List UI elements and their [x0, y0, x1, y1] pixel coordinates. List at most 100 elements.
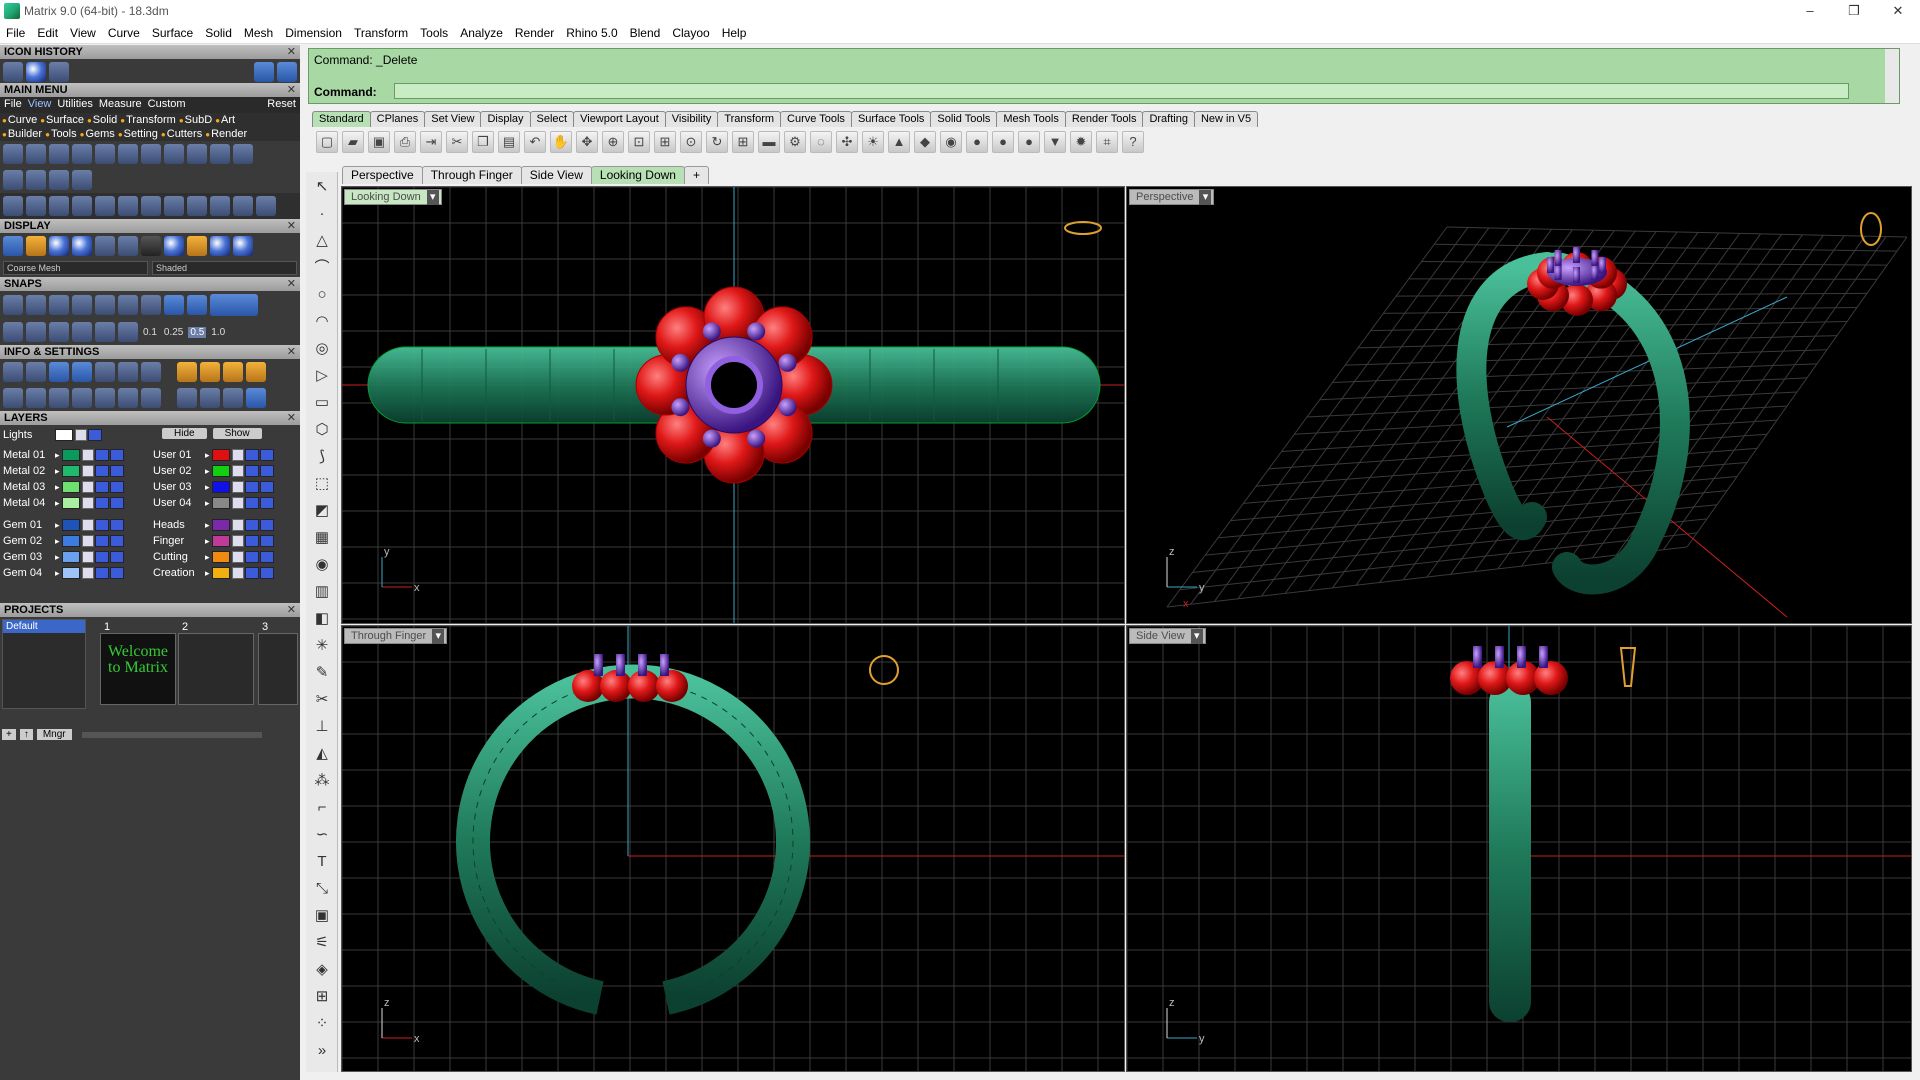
layer-visible-icon[interactable] — [244, 519, 259, 531]
layer-expand-icon[interactable]: ▸ — [205, 568, 210, 579]
polyline-icon[interactable]: △ — [310, 229, 334, 253]
dimension-icon[interactable]: ⌗ — [1096, 131, 1118, 153]
layer-visible-icon[interactable] — [244, 551, 259, 563]
tab-new-in-v5[interactable]: New in V5 — [1193, 111, 1259, 127]
snap-value-0.5[interactable]: 0.5 — [188, 326, 207, 338]
pen-icon[interactable] — [118, 362, 138, 382]
window-icon[interactable] — [141, 144, 161, 164]
layer-lock-icon[interactable] — [81, 449, 94, 461]
close-icon[interactable]: ✕ — [287, 603, 296, 617]
tab-surface-tools[interactable]: Surface Tools — [850, 111, 932, 127]
ghosted-icon[interactable] — [95, 236, 115, 256]
paste-icon[interactable]: ▤ — [498, 131, 520, 153]
layer-visible-icon[interactable] — [244, 481, 259, 493]
up-project-button[interactable]: ↑ — [19, 729, 33, 740]
mirror-icon[interactable] — [72, 196, 92, 216]
layer-lock-icon[interactable] — [81, 567, 94, 579]
material-icon[interactable]: ◆ — [914, 131, 936, 153]
view-icon[interactable] — [3, 144, 23, 164]
layer-color-swatch[interactable] — [211, 551, 230, 563]
array-icon[interactable] — [164, 196, 184, 216]
layout-icon[interactable] — [72, 170, 92, 190]
layer-print-icon[interactable] — [109, 465, 124, 477]
zoom-selected-icon[interactable]: ⊙ — [680, 131, 702, 153]
command-input[interactable] — [394, 83, 1849, 99]
options-icon[interactable] — [141, 362, 161, 382]
layer-visible-icon[interactable] — [94, 535, 109, 547]
layer-color-swatch[interactable] — [211, 481, 230, 493]
snap-perp-icon[interactable] — [141, 295, 161, 315]
tab-cplanes[interactable]: CPlanes — [369, 111, 426, 127]
transform-tool-icon[interactable]: ✳ — [310, 634, 334, 658]
edit-tool-icon[interactable]: ✎ — [310, 661, 334, 685]
close-icon[interactable]: ✕ — [287, 277, 296, 291]
planar-icon[interactable] — [26, 322, 46, 342]
menu-dimension[interactable]: Dimension — [279, 26, 348, 40]
blend-tool-icon[interactable]: ∽ — [310, 823, 334, 847]
layer-row[interactable]: Metal 01 ▸ — [0, 447, 125, 463]
layer-expand-icon[interactable]: ▸ — [55, 520, 60, 531]
spotlight-icon[interactable]: ▼ — [1044, 131, 1066, 153]
units-icon[interactable] — [49, 362, 69, 382]
project-thumbnail-2[interactable] — [178, 633, 254, 705]
layer-expand-icon[interactable]: ▸ — [55, 482, 60, 493]
cylinder-icon[interactable] — [72, 388, 92, 408]
vp-tab-add[interactable]: + — [683, 166, 709, 184]
hide-layers-button[interactable]: Hide — [162, 428, 207, 439]
layer-lock-icon[interactable] — [75, 429, 87, 441]
layer-visible-icon[interactable] — [94, 519, 109, 531]
polygon-tool-icon[interactable]: ⬡ — [310, 418, 334, 442]
layer-lock-icon[interactable] — [231, 481, 244, 493]
layer-print-icon[interactable] — [259, 449, 274, 461]
extrude-icon[interactable] — [141, 196, 161, 216]
box-tool-icon[interactable]: ▦ — [310, 526, 334, 550]
grid-settings-icon[interactable] — [3, 388, 23, 408]
layer-visible-icon[interactable] — [94, 449, 109, 461]
gumball-snap-icon[interactable] — [95, 322, 115, 342]
grid-tool-icon[interactable]: ⁘ — [310, 1012, 334, 1036]
layer-print-icon[interactable] — [259, 567, 274, 579]
mm-tab-utilities[interactable]: Utilities — [57, 98, 92, 112]
layer-visible-icon[interactable] — [94, 481, 109, 493]
maximize-button[interactable]: ❐ — [1832, 3, 1876, 19]
document-icon[interactable] — [95, 362, 115, 382]
layer-row[interactable]: Cutting ▸ — [150, 549, 275, 565]
viewport-label-side-view[interactable]: Side View — [1129, 628, 1206, 644]
menu-analyze[interactable]: Analyze — [454, 26, 509, 40]
mm-tab-reset[interactable]: Reset — [267, 98, 296, 112]
layer-color-swatch[interactable] — [61, 535, 80, 547]
vp-tab-looking-down[interactable]: Looking Down — [590, 166, 685, 184]
layer-row[interactable]: Gem 03 ▸ — [0, 549, 125, 565]
weight-icon[interactable] — [177, 362, 197, 382]
grid-icon[interactable] — [3, 62, 23, 82]
layer-print-icon[interactable] — [109, 535, 124, 547]
layer-lock-icon[interactable] — [81, 519, 94, 531]
menu-curve[interactable]: Curve — [102, 26, 146, 40]
snap-tan-icon[interactable] — [164, 295, 184, 315]
layer-expand-icon[interactable]: ▸ — [205, 466, 210, 477]
viewport-label-through-finger[interactable]: Through Finger — [344, 628, 448, 644]
menu-render[interactable]: Render — [509, 26, 560, 40]
triangle-tool-icon[interactable]: ▷ — [310, 364, 334, 388]
light-icon[interactable] — [26, 236, 46, 256]
layer-print-icon[interactable] — [109, 497, 124, 509]
folder-icon[interactable] — [49, 62, 69, 82]
tab-mesh-tools[interactable]: Mesh Tools — [996, 111, 1066, 127]
mm-gems[interactable]: Gems — [80, 128, 114, 140]
add-project-button[interactable]: + — [2, 729, 16, 740]
layer-print-icon[interactable] — [259, 481, 274, 493]
filter-icon[interactable] — [95, 388, 115, 408]
manager-button[interactable]: Mngr — [36, 729, 72, 740]
mm-builder[interactable]: Builder — [2, 128, 42, 140]
layer-color-swatch[interactable] — [61, 567, 80, 579]
menu-clayoo[interactable]: Clayoo — [666, 26, 715, 40]
mm-tab-file[interactable]: File — [4, 98, 22, 112]
plugin-4-icon[interactable] — [246, 388, 266, 408]
mm-setting[interactable]: Setting — [118, 128, 158, 140]
point-icon[interactable]: ◌ — [810, 131, 832, 153]
layer-expand-icon[interactable]: ▸ — [55, 498, 60, 509]
tab-set-view[interactable]: Set View — [424, 111, 482, 127]
viewport-1-icon[interactable] — [3, 170, 23, 190]
tab-visibility[interactable]: Visibility — [664, 111, 719, 127]
viewport-perspective[interactable]: z yx Perspective — [1126, 186, 1912, 624]
